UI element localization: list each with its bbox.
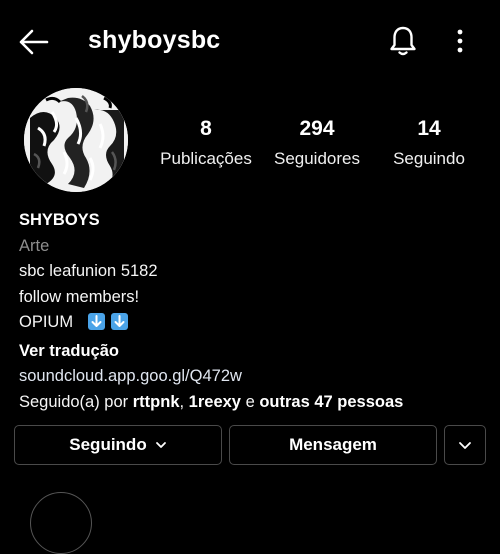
bio-line: follow members! (19, 287, 140, 306)
posts-stat[interactable]: 8 Publicações (150, 116, 262, 170)
profile-category: Arte (19, 236, 50, 255)
following-button[interactable]: Seguindo (14, 425, 222, 465)
followers-label: Seguidores (273, 149, 360, 168)
top-bar: shyboysbc (0, 0, 500, 82)
chevron-down-icon (155, 442, 166, 448)
bio-line-text: OPIUM (19, 313, 74, 331)
followed-by-others[interactable]: outras 47 pessoas (259, 393, 403, 411)
profile-username: shyboysbc (88, 26, 221, 54)
down-arrow-emoji (87, 313, 131, 339)
profile-website-link[interactable]: soundcloud.app.goo.gl/Q472w (19, 364, 489, 390)
bell-icon[interactable] (388, 24, 418, 58)
bio-line: sbc leafunion 5182 (19, 262, 158, 280)
bio-line-with-emoji: OPIUM (19, 310, 489, 339)
followed-by[interactable]: Seguido(a) por rttpnk, 1reexy e outras 4… (19, 390, 489, 416)
profile-name: SHYBOYS (19, 211, 100, 229)
following-button-label: Seguindo (69, 435, 147, 454)
following-stat[interactable]: 14 Seguindo (378, 116, 480, 170)
avatar[interactable] (24, 88, 128, 192)
followed-by-user[interactable]: 1reexy (189, 393, 241, 411)
message-button[interactable]: Mensagem (229, 425, 437, 465)
followed-by-separator: , (179, 392, 189, 411)
followers-count: 294 (299, 117, 335, 140)
posts-count: 8 (200, 117, 212, 140)
followers-stat[interactable]: 294 Seguidores (262, 116, 372, 170)
following-count: 14 (417, 117, 441, 140)
posts-label: Publicações (160, 149, 252, 168)
see-translation-link[interactable]: Ver tradução (19, 339, 489, 365)
chevron-down-icon (459, 441, 471, 449)
followed-by-conjunction: e (240, 392, 260, 411)
followed-by-user[interactable]: rttpnk (133, 393, 180, 411)
story-highlight[interactable] (30, 492, 92, 554)
message-button-label: Mensagem (289, 435, 377, 454)
profile-bio: SHYBOYS Arte sbc leafunion 5182 follow m… (19, 208, 489, 415)
suggested-accounts-button[interactable] (444, 425, 486, 465)
down-arrow-emoji-1 (87, 313, 105, 330)
following-label: Seguindo (393, 149, 465, 168)
followed-by-prefix: Seguido(a) por (19, 392, 133, 411)
down-arrow-emoji-2 (111, 313, 129, 330)
more-vertical-icon[interactable] (450, 28, 470, 54)
arrow-left-icon[interactable] (18, 28, 50, 56)
